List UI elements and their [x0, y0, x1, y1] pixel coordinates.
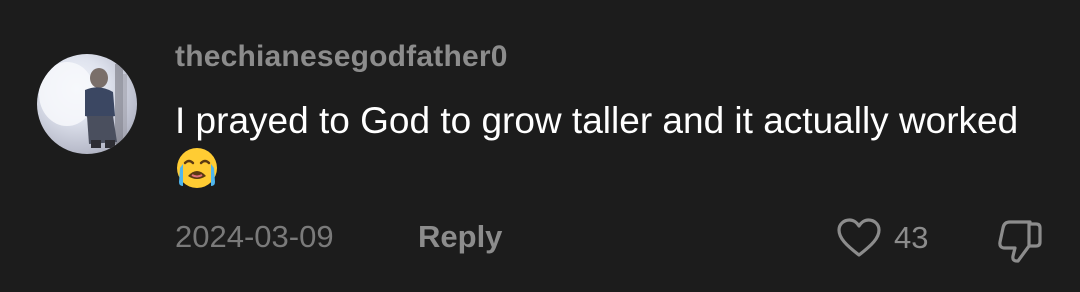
comment-body: I prayed to God to grow taller and it ac… — [175, 96, 1055, 194]
comment-date: 2024-03-09 — [175, 219, 334, 254]
like-button[interactable]: 43 — [836, 216, 928, 260]
dislike-button[interactable] — [996, 216, 1044, 264]
username[interactable]: thechianesegodfather0 — [175, 40, 508, 74]
avatar-photo — [39, 62, 127, 148]
loudly-crying-face-icon — [175, 146, 219, 190]
thumbs-down-outline-icon — [998, 220, 1042, 263]
comment-text: I prayed to God to grow taller and it ac… — [175, 100, 1019, 141]
reply-button[interactable]: Reply — [418, 219, 502, 255]
comment-item: thechianesegodfather0 I prayed to God to… — [0, 0, 1080, 292]
avatar[interactable] — [37, 54, 137, 154]
like-count: 43 — [894, 220, 929, 255]
heart-outline-icon — [837, 218, 881, 257]
